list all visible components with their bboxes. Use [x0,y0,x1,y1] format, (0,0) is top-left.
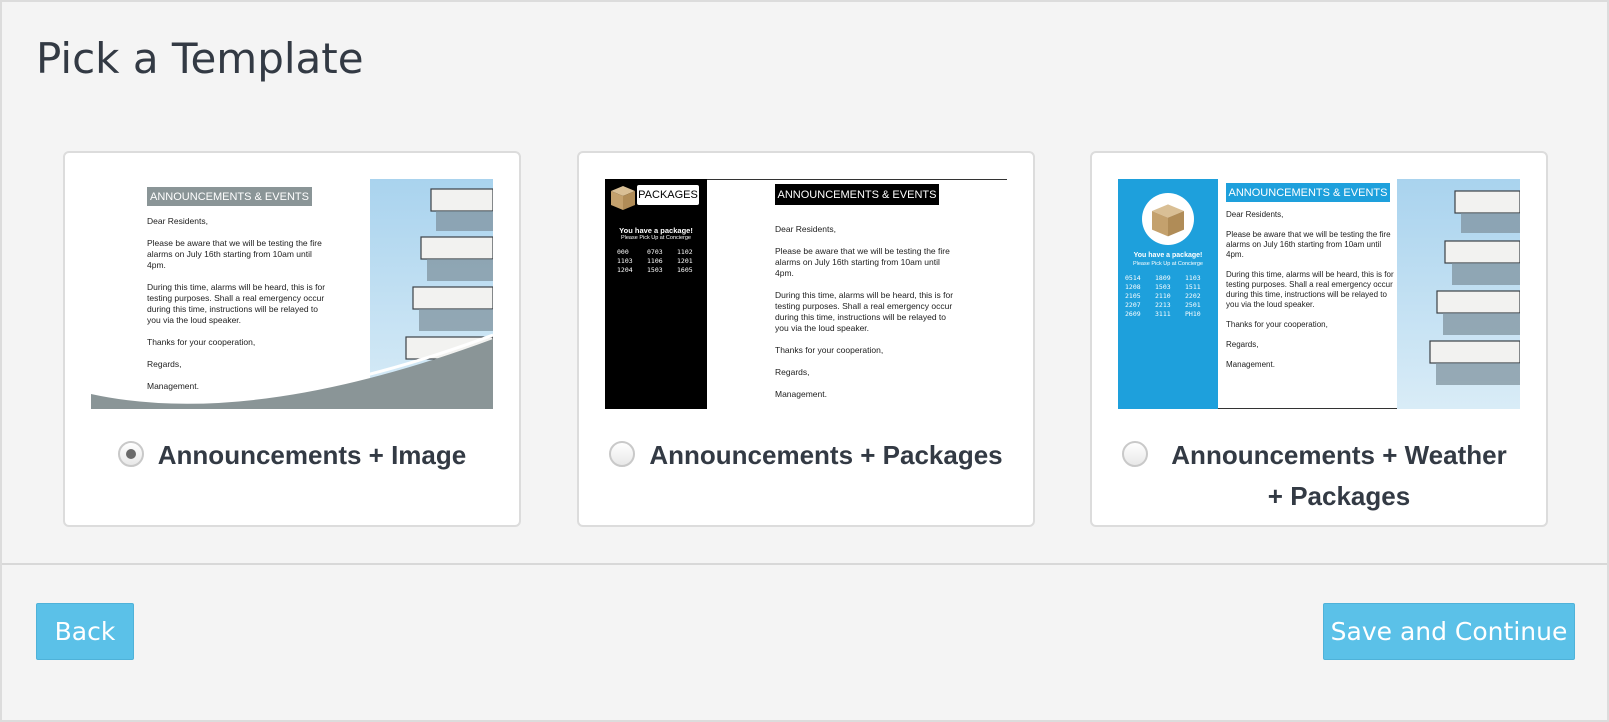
packages-title: PACKAGES [637,185,699,205]
package-code: 1809 [1155,274,1171,282]
template-label[interactable]: Announcements + Weather + Packages [1162,435,1516,517]
package-code: 1605 [677,266,693,274]
preview-bottom-rule [1218,408,1397,409]
preview-regards: Regards, [775,367,810,377]
package-box-icon [1152,204,1184,237]
package-notice: You have a package! [1133,252,1203,259]
template-choice[interactable]: Announcements + Weather + Packages [1122,435,1516,517]
preview-signoff: Management. [775,389,827,399]
template-preview-weather-packages: You have a package! Please Pick Up at Co… [1118,179,1520,409]
page-title: Pick a Template [36,34,364,83]
package-subnotice: Please Pick Up at Concierge [1132,261,1203,267]
radio-announcements-image[interactable] [117,441,144,467]
package-code: 1102 [677,248,693,256]
template-preview-image: ANNOUNCEMENTS & EVENTS Dear Residents, P… [91,179,493,409]
package-code: 1201 [677,257,693,265]
package-code: 1503 [647,266,663,274]
template-picker-panel: Pick a Template ANNOUNCEMENTS & EVENTS D… [0,0,1609,722]
preview-thanks: Thanks for your cooperation, [775,345,884,355]
package-code: 1503 [1155,283,1171,291]
preview-thanks: Thanks for your cooperation, [147,337,256,347]
package-code: 3111 [1155,310,1171,318]
radio-announcements-packages[interactable] [609,441,636,467]
package-code: 2105 [1125,292,1141,300]
preview-regards: Regards, [147,359,182,369]
package-code: 1511 [1185,283,1201,291]
preview-para-2: During this time, alarms will be heard, … [1226,270,1394,309]
preview-para-1: Please be aware that we will be testing … [147,238,322,270]
preview-header: ANNOUNCEMENTS & EVENTS [147,187,312,206]
preview-signoff: Management. [1226,360,1275,369]
package-code: 2609 [1125,310,1141,318]
preview-para-2: During this time, alarms will be heard, … [775,290,954,333]
save-and-continue-button[interactable]: Save and Continue [1323,603,1575,660]
template-label[interactable]: Announcements + Packages [649,435,1002,476]
package-code: 1103 [1185,274,1201,282]
preview-signoff: Management. [147,381,199,391]
template-choice[interactable]: Announcements + Image [75,435,509,476]
package-code: 1103 [617,257,633,265]
preview-thanks: Thanks for your cooperation, [1226,320,1328,329]
preview-body: Dear Residents, Please be aware that we … [1226,210,1396,381]
preview-header: ANNOUNCEMENTS & EVENTS [775,184,939,205]
package-codes: 0514 1809 1103 1208 1503 1511 2105 2110 2202 2… [1125,274,1218,319]
package-box-icon [611,186,635,210]
package-code: 0703 [647,248,663,256]
preview-top-rule [707,179,1007,180]
preview-para-1: Please be aware that we will be testing … [775,246,950,278]
package-code: 0514 [1125,274,1141,282]
building-photo [1397,179,1520,409]
package-code: 2207 [1125,301,1141,309]
template-card-announcements-packages[interactable]: PACKAGES You have a package! Please Pick… [577,151,1035,527]
preview-greeting: Dear Residents, [147,216,208,226]
template-choice[interactable]: Announcements + Packages [589,435,1023,476]
packages-sidebar [605,179,707,409]
package-code: 2213 [1155,301,1171,309]
template-preview-packages: PACKAGES You have a package! Please Pick… [605,179,1007,409]
preview-header: ANNOUNCEMENTS & EVENTS [1226,183,1390,202]
template-label[interactable]: Announcements + Image [158,435,466,476]
footer-divider [2,563,1607,565]
package-code: 2110 [1155,292,1171,300]
preview-greeting: Dear Residents, [1226,210,1284,219]
package-code: 1208 [1125,283,1141,291]
package-code: 2202 [1185,292,1201,300]
package-notice: You have a package! [619,226,693,235]
preview-greeting: Dear Residents, [775,224,836,234]
package-code: PH10 [1185,310,1201,318]
preview-regards: Regards, [1226,340,1259,349]
back-button[interactable]: Back [36,603,134,660]
package-codes: 000 0703 1102 1103 1106 1201 1204 1503 1605 [617,248,707,275]
radio-announcements-weather-packages[interactable] [1122,441,1148,467]
package-subnotice: Please Pick Up at Concierge [620,235,691,241]
preview-body: Dear Residents, Please be aware that we … [775,224,955,409]
preview-para-1: Please be aware that we will be testing … [1226,230,1391,259]
preview-para-2: During this time, alarms will be heard, … [147,282,326,325]
package-code: 2501 [1185,301,1201,309]
template-card-announcements-image[interactable]: ANNOUNCEMENTS & EVENTS Dear Residents, P… [63,151,521,527]
preview-body: Dear Residents, Please be aware that we … [147,216,332,403]
template-card-announcements-weather-packages[interactable]: You have a package! Please Pick Up at Co… [1090,151,1548,527]
package-code: 1106 [647,257,663,265]
package-code: 000 [617,248,629,256]
package-code: 1204 [617,266,633,274]
